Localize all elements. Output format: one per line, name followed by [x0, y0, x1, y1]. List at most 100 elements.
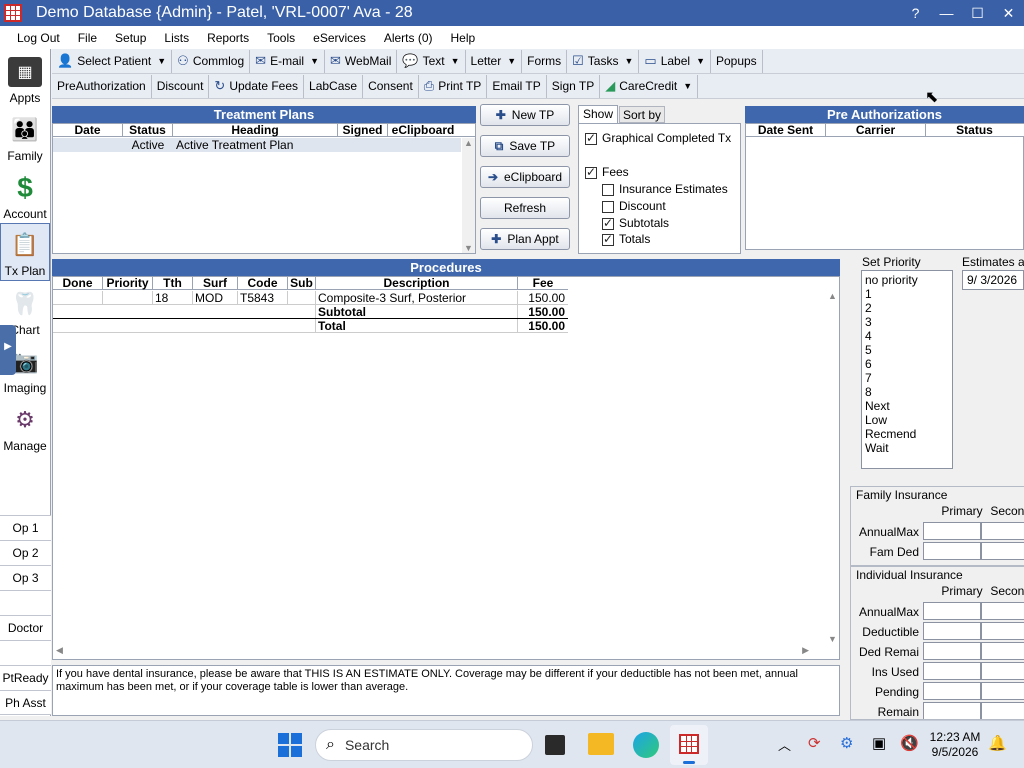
table-row[interactable]: 18 MOD T5843 Composite-3 Surf, Posterior…	[53, 291, 568, 305]
print-tp-button[interactable]: ⎙ Print TP	[419, 74, 488, 98]
tasks-button[interactable]: ☑ Tasks ▼	[567, 49, 640, 73]
col-surf[interactable]: Surf	[193, 277, 238, 290]
list-item[interactable]: 2	[862, 301, 952, 315]
totals-checkbox[interactable]: Totals	[602, 232, 650, 246]
network-app-icon[interactable]: ⚙	[840, 734, 853, 752]
module-account[interactable]: $ Account	[0, 165, 50, 223]
letter-button[interactable]: Letter ▼	[466, 49, 523, 73]
plan-appt-button[interactable]: ✚ Plan Appt	[480, 228, 570, 250]
list-item[interactable]: Low	[862, 413, 952, 427]
tab-sort-by[interactable]: Sort by	[619, 106, 665, 123]
col-description[interactable]: Description	[316, 277, 518, 290]
email-button[interactable]: ✉ E-mail ▼	[250, 49, 326, 73]
edge-browser-icon[interactable]	[633, 732, 659, 758]
list-item[interactable]: 1	[862, 287, 952, 301]
menu-eservices[interactable]: eServices	[304, 31, 375, 45]
col-eclipboard[interactable]: eClipboard	[388, 124, 458, 137]
list-item[interactable]: 8	[862, 385, 952, 399]
save-tp-button[interactable]: ⧉ Save TP	[480, 135, 570, 157]
doctor-button[interactable]: Doctor	[0, 615, 51, 640]
chevron-down-icon[interactable]: ▼	[624, 56, 633, 66]
label-button[interactable]: ▭ Label ▼	[639, 49, 711, 73]
text-button[interactable]: 💬 Text ▼	[397, 49, 466, 73]
discount-checkbox[interactable]: Discount	[602, 199, 666, 213]
col-sub[interactable]: Sub	[288, 277, 316, 290]
list-item[interactable]: 5	[862, 343, 952, 357]
menu-setup[interactable]: Setup	[106, 31, 155, 45]
col-tth[interactable]: Tth	[153, 277, 193, 290]
list-item[interactable]: Recmend	[862, 427, 952, 441]
table-row[interactable]: Active Active Treatment Plan	[53, 138, 461, 152]
col-date-sent[interactable]: Date Sent	[746, 124, 826, 137]
discount-button[interactable]: Discount	[152, 74, 210, 98]
insurance-estimates-checkbox[interactable]: Insurance Estimates	[602, 182, 728, 196]
email-tp-button[interactable]: Email TP	[487, 74, 547, 98]
minimize-button[interactable]: —	[931, 0, 962, 26]
list-item[interactable]: Next	[862, 399, 952, 413]
menu-tools[interactable]: Tools	[258, 31, 304, 45]
maximize-button[interactable]: ☐	[962, 0, 993, 26]
menu-help[interactable]: Help	[442, 31, 485, 45]
chevron-down-icon[interactable]: ▼	[507, 56, 516, 66]
close-button[interactable]: ✕	[993, 0, 1024, 26]
col-carrier[interactable]: Carrier	[826, 124, 926, 137]
scroll-right-icon[interactable]: ▶	[802, 645, 809, 656]
chevron-down-icon[interactable]: ▼	[683, 81, 692, 91]
chevron-up-icon[interactable]: ︿	[778, 735, 791, 754]
list-item[interactable]: 6	[862, 357, 952, 371]
col-priority[interactable]: Priority	[103, 277, 153, 290]
module-family[interactable]: 👪 Family	[0, 107, 50, 165]
chevron-down-icon[interactable]: ▼	[310, 56, 319, 66]
col-fee[interactable]: Fee	[518, 277, 568, 290]
menu-log-out[interactable]: Log Out	[0, 31, 69, 45]
col-signed[interactable]: Signed	[338, 124, 388, 137]
task-view-icon[interactable]	[545, 735, 565, 755]
op-2-button[interactable]: Op 2	[0, 540, 51, 565]
chevron-down-icon[interactable]: ▼	[696, 56, 705, 66]
menu-alerts[interactable]: Alerts (0)	[375, 31, 442, 45]
labcase-button[interactable]: LabCase	[304, 74, 364, 98]
display-icon[interactable]: ▣	[872, 734, 886, 752]
eclipboard-button[interactable]: ➔ eClipboard	[480, 166, 570, 188]
menu-lists[interactable]: Lists	[155, 31, 198, 45]
module-manage[interactable]: ⚙ Manage	[0, 397, 50, 455]
help-button[interactable]: ?	[900, 0, 931, 26]
col-heading[interactable]: Heading	[173, 124, 338, 137]
consent-button[interactable]: Consent	[363, 74, 419, 98]
col-date[interactable]: Date	[53, 124, 123, 137]
list-item[interactable]: 3	[862, 315, 952, 329]
col-done[interactable]: Done	[53, 277, 103, 290]
file-explorer-icon[interactable]	[588, 733, 614, 755]
fees-checkbox[interactable]: Fees	[585, 165, 629, 179]
ph-asst-button[interactable]: Ph Asst	[0, 690, 51, 715]
notification-bell-icon[interactable]: 🔔	[988, 734, 1007, 752]
list-item[interactable]: Wait	[862, 441, 952, 455]
op-empty-button[interactable]	[0, 590, 51, 615]
list-item[interactable]: 7	[862, 371, 952, 385]
subtotals-checkbox[interactable]: Subtotals	[602, 216, 669, 230]
sign-tp-button[interactable]: Sign TP	[547, 74, 601, 98]
carecredit-button[interactable]: ◢ CareCredit ▼	[600, 74, 699, 98]
refresh-button[interactable]: Refresh	[480, 197, 570, 219]
op-1-button[interactable]: Op 1	[0, 515, 51, 540]
forms-button[interactable]: Forms	[522, 49, 568, 73]
list-item[interactable]: 4	[862, 329, 952, 343]
module-tx-plan[interactable]: 📋 Tx Plan	[0, 223, 50, 281]
op-empty-button[interactable]	[0, 640, 51, 665]
horizontal-scrollbar[interactable]: ◀ ▶	[53, 645, 827, 659]
open-dental-taskbar-button[interactable]	[670, 725, 708, 765]
scroll-down-icon[interactable]: ▼	[826, 634, 839, 644]
speaker-muted-icon[interactable]: 🔇	[900, 734, 919, 752]
menu-reports[interactable]: Reports	[198, 31, 258, 45]
module-appts[interactable]: ▦ Appts	[0, 49, 50, 107]
col-code[interactable]: Code	[238, 277, 288, 290]
update-fees-button[interactable]: ↻ Update Fees	[209, 74, 305, 98]
graphical-completed-checkbox[interactable]: Graphical Completed Tx	[585, 131, 731, 145]
chevron-down-icon[interactable]: ▼	[451, 56, 460, 66]
op-3-button[interactable]: Op 3	[0, 565, 51, 590]
popups-button[interactable]: Popups	[711, 49, 763, 73]
menu-file[interactable]: File	[69, 31, 106, 45]
scroll-down-icon[interactable]: ▼	[462, 243, 475, 253]
scroll-up-icon[interactable]: ▲	[462, 138, 475, 148]
vertical-scrollbar[interactable]: ▲ ▼	[826, 291, 839, 644]
